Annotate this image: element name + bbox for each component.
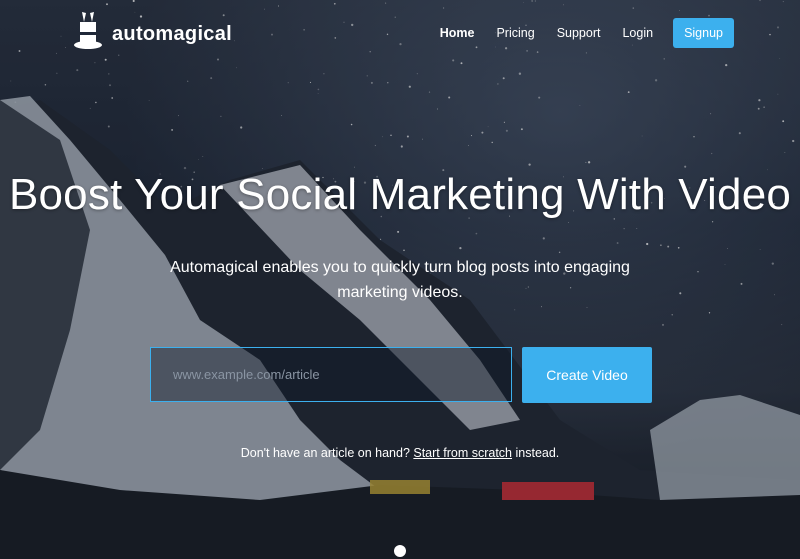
scratch-suffix-text: instead. — [515, 446, 560, 460]
article-url-input[interactable] — [150, 347, 512, 402]
scratch-prompt: Don't have an article on hand? Start fro… — [0, 446, 800, 460]
create-video-button[interactable]: Create Video — [522, 347, 652, 403]
nav-login-link[interactable]: Login — [622, 26, 653, 40]
hero-headline: Boost Your Social Marketing With Video — [8, 170, 792, 219]
scroll-down-indicator[interactable] — [394, 545, 406, 557]
top-nav: automagical Home Pricing Support Login S… — [0, 0, 800, 68]
brand-name: automagical — [112, 23, 232, 45]
start-from-scratch-link[interactable]: Start from scratch — [413, 446, 512, 460]
nav-home-link[interactable]: Home — [440, 26, 475, 40]
nav-menu: Home Pricing Support Login Signup — [418, 18, 734, 48]
nav-pricing-link[interactable]: Pricing — [496, 26, 534, 40]
brand-logo[interactable]: automagical — [72, 10, 232, 59]
article-url-form: Create Video — [150, 347, 652, 403]
hero-subtext: Automagical enables you to quickly turn … — [170, 259, 630, 301]
magic-hat-icon — [72, 10, 104, 59]
scratch-prefix-text: Don't have an article on hand? — [240, 446, 410, 460]
nav-support-link[interactable]: Support — [557, 26, 601, 40]
signup-button[interactable]: Signup — [673, 18, 734, 48]
